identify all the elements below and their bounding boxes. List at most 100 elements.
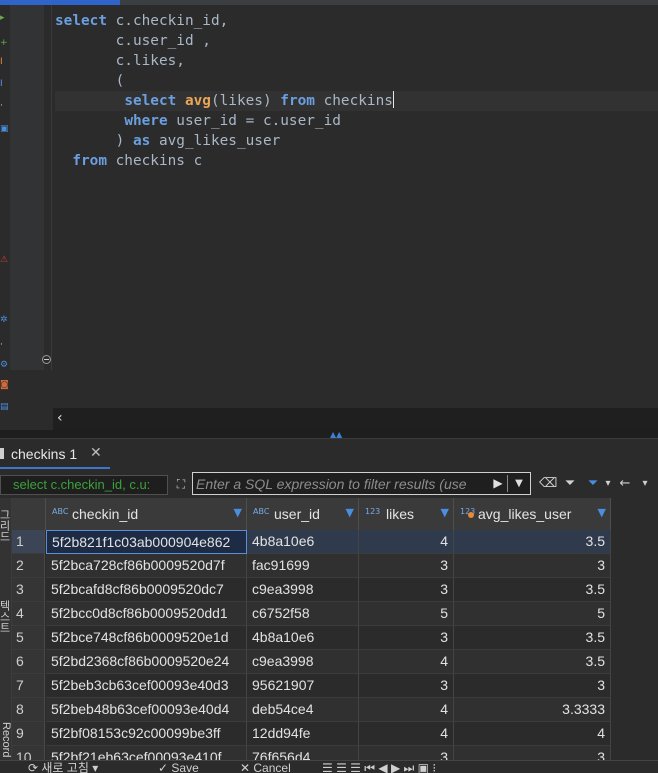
cell-user-id[interactable]: 95621907 <box>247 674 359 698</box>
sort-icon[interactable]: ▼ <box>346 506 354 519</box>
text-view-tab[interactable]: 텍스트 <box>0 592 12 640</box>
filter-history-dropdown-icon[interactable]: ▼ <box>511 475 527 492</box>
execute-icon[interactable]: ▸ <box>0 13 8 23</box>
cell-user-id[interactable]: c9ea3998 <box>247 650 359 674</box>
cell-checkin-id[interactable]: 5f2beb3cb63cef00093e40d3 <box>46 674 247 698</box>
code-line[interactable]: where user_id = c.user_id <box>55 111 658 131</box>
cell-likes[interactable]: 4 <box>359 722 454 746</box>
cell-user-id[interactable]: 4b8a10e6 <box>247 530 359 554</box>
cell-user-id[interactable]: c6752f58 <box>247 602 359 626</box>
column-header-avg-likes-user[interactable]: 123 avg_likes_user ▼ <box>454 498 611 530</box>
cell-user-id[interactable]: 12dd94fe <box>247 722 359 746</box>
table-row[interactable]: 2 5f2bca728cf86b0009520d7f fac91699 3 3 <box>12 554 658 578</box>
sort-icon[interactable]: ▼ <box>234 506 242 519</box>
settings-icon[interactable]: ⚙ <box>0 360 8 370</box>
query-preview[interactable]: select c.checkin_id, c.u: <box>0 475 168 495</box>
code-line[interactable]: ) as avg_likes_user <box>55 131 658 151</box>
table-row[interactable]: 3 5f2bcafd8cf86b0009520dc7 c9ea3998 3 3.5 <box>12 578 658 602</box>
cell-avg[interactable]: 3.5 <box>454 578 611 602</box>
cell-user-id[interactable]: 76f656d4 <box>247 746 359 760</box>
cell-likes[interactable]: 5 <box>359 602 454 626</box>
table-row[interactable]: 4 5f2bcc0d8cf86b0009520dd1 c6752f58 5 5 <box>12 602 658 626</box>
cell-checkin-id[interactable]: 5f2beb48b63cef00093e40d4 <box>46 698 247 722</box>
back-arrow-icon[interactable]: ← <box>616 474 634 494</box>
row-number[interactable]: 6 <box>12 650 45 674</box>
code-line[interactable]: ( <box>55 71 658 91</box>
cell-avg[interactable]: 3 <box>454 746 611 760</box>
code-line[interactable]: c.likes, <box>55 51 658 71</box>
code-line[interactable]: select c.checkin_id, <box>55 11 658 31</box>
cell-checkin-id[interactable]: 5f2bca728cf86b0009520d7f <box>46 554 247 578</box>
filter-input[interactable] <box>196 475 488 493</box>
cell-likes[interactable]: 4 <box>359 650 454 674</box>
cell-checkin-id[interactable]: 5f2bf21eb63cef00093e410f <box>46 746 247 760</box>
sql-editor[interactable]: select c.checkin_id, c.user_id , c.likes… <box>10 5 658 410</box>
row-number[interactable]: 4 <box>12 602 45 626</box>
cell-avg[interactable]: 4 <box>454 722 611 746</box>
format-icon[interactable]: ✲ <box>0 315 8 325</box>
execute-script-icon[interactable]: + <box>0 38 8 48</box>
column-header-user-id[interactable]: ABC user_id ▼ <box>247 498 359 530</box>
table-row[interactable]: 5 5f2bce748cf86b0009520e1d 4b8a10e6 3 3.5 <box>12 626 658 650</box>
table-row[interactable]: 9 5f2bf08153c92c00099be3ff 12dd94fe 4 4 <box>12 722 658 746</box>
output-icon[interactable]: ▣ <box>0 124 9 134</box>
cell-avg[interactable]: 3.3333 <box>454 698 611 722</box>
cell-likes[interactable]: 3 <box>359 674 454 698</box>
filter-icon[interactable]: ⏷ <box>585 474 601 494</box>
editor-results-splitter[interactable]: ▲▲ <box>0 430 658 439</box>
cell-checkin-id[interactable]: 5f2bcc0d8cf86b0009520dd1 <box>46 602 247 626</box>
row-number-header[interactable] <box>12 498 46 530</box>
table-row[interactable]: 1 5f2b821f1c03ab000904e862 4b8a10e6 4 3.5 <box>12 530 658 554</box>
explain-plan-icon[interactable]: Ⅰ <box>0 57 8 67</box>
cell-checkin-id[interactable]: 5f2bcafd8cf86b0009520dc7 <box>46 578 247 602</box>
cell-likes[interactable]: 4 <box>359 698 454 722</box>
code-line[interactable]: select avg(likes) from checkins <box>55 91 658 111</box>
expand-icon[interactable]: ⛶ <box>172 475 190 493</box>
results-grid[interactable]: ABC checkin_id ▼ ABC user_id ▼ 123 likes… <box>12 498 658 760</box>
table-row[interactable]: 8 5f2beb48b63cef00093e40d4 deb54ce4 4 3.3333 <box>12 698 658 722</box>
cell-likes[interactable]: 3 <box>359 554 454 578</box>
cell-user-id[interactable]: 4b8a10e6 <box>247 626 359 650</box>
eraser-icon[interactable]: ⌫ <box>539 474 557 494</box>
cell-checkin-id[interactable]: 5f2bf08153c92c00099be3ff <box>46 722 247 746</box>
table-row[interactable]: 7 5f2beb3cb63cef00093e40d3 95621907 3 3 <box>12 674 658 698</box>
sort-icon[interactable]: ▼ <box>598 506 606 519</box>
scroll-left-icon[interactable]: ‹ <box>57 410 63 426</box>
editor-horizontal-scrollbar[interactable]: ‹ <box>53 408 658 430</box>
cell-likes[interactable]: 3 <box>359 626 454 650</box>
history-icon[interactable]: ◙ <box>0 380 9 390</box>
code-line[interactable]: from checkins c <box>55 151 658 171</box>
cell-avg[interactable]: 3.5 <box>454 626 611 650</box>
cell-avg[interactable]: 5 <box>454 602 611 626</box>
sort-icon[interactable]: ▼ <box>441 506 449 519</box>
grid-view-tab[interactable]: 그리드 <box>0 504 12 546</box>
refresh-button[interactable]: ⟳ 새로 고침 ▾ <box>28 762 98 773</box>
cell-likes[interactable]: 3 <box>359 578 454 602</box>
cell-likes[interactable]: 4 <box>359 530 454 554</box>
row-number[interactable]: 1 <box>12 530 45 554</box>
close-icon[interactable]: ✕ <box>90 445 102 461</box>
cancel-button[interactable]: ✕ Cancel <box>240 762 291 773</box>
cell-avg[interactable]: 3 <box>454 554 611 578</box>
cell-user-id[interactable]: c9ea3998 <box>247 578 359 602</box>
cell-avg[interactable]: 3.5 <box>454 530 611 554</box>
tab-results-checkins-1[interactable]: checkins 1 ✕ <box>0 439 110 469</box>
sql-code-area[interactable]: select c.checkin_id, c.user_id , c.likes… <box>55 11 658 171</box>
cell-user-id[interactable]: fac91699 <box>247 554 359 578</box>
column-header-checkin-id[interactable]: ABC checkin_id ▼ <box>46 498 247 530</box>
more-tools-icon[interactable]: · <box>0 101 8 111</box>
back-dropdown-icon[interactable]: ▾ <box>638 474 652 494</box>
cell-checkin-id[interactable]: 5f2b821f1c03ab000904e862 <box>46 530 247 554</box>
table-row[interactable]: 6 5f2bd2368cf86b0009520e24 c9ea3998 4 3.5 <box>12 650 658 674</box>
code-line[interactable]: c.user_id , <box>55 31 658 51</box>
panels-icon[interactable]: ▤ <box>0 402 9 412</box>
transaction-icon[interactable]: Ⅰ <box>0 79 8 89</box>
filter-dropdown-icon[interactable]: ▾ <box>603 474 613 494</box>
cell-avg[interactable]: 3.5 <box>454 650 611 674</box>
cell-checkin-id[interactable]: 5f2bce748cf86b0009520e1d <box>46 626 247 650</box>
column-header-likes[interactable]: 123 likes ▼ <box>359 498 454 530</box>
grid-nav-icons[interactable]: ☰ ☰ ☰ ⏮ ◀ ▶ ⏭ ▣ ⁝ <box>322 762 436 773</box>
save-button[interactable]: ✓ Save <box>158 762 199 773</box>
cell-likes[interactable]: 3 <box>359 746 454 760</box>
row-number[interactable]: 10 <box>12 746 45 760</box>
